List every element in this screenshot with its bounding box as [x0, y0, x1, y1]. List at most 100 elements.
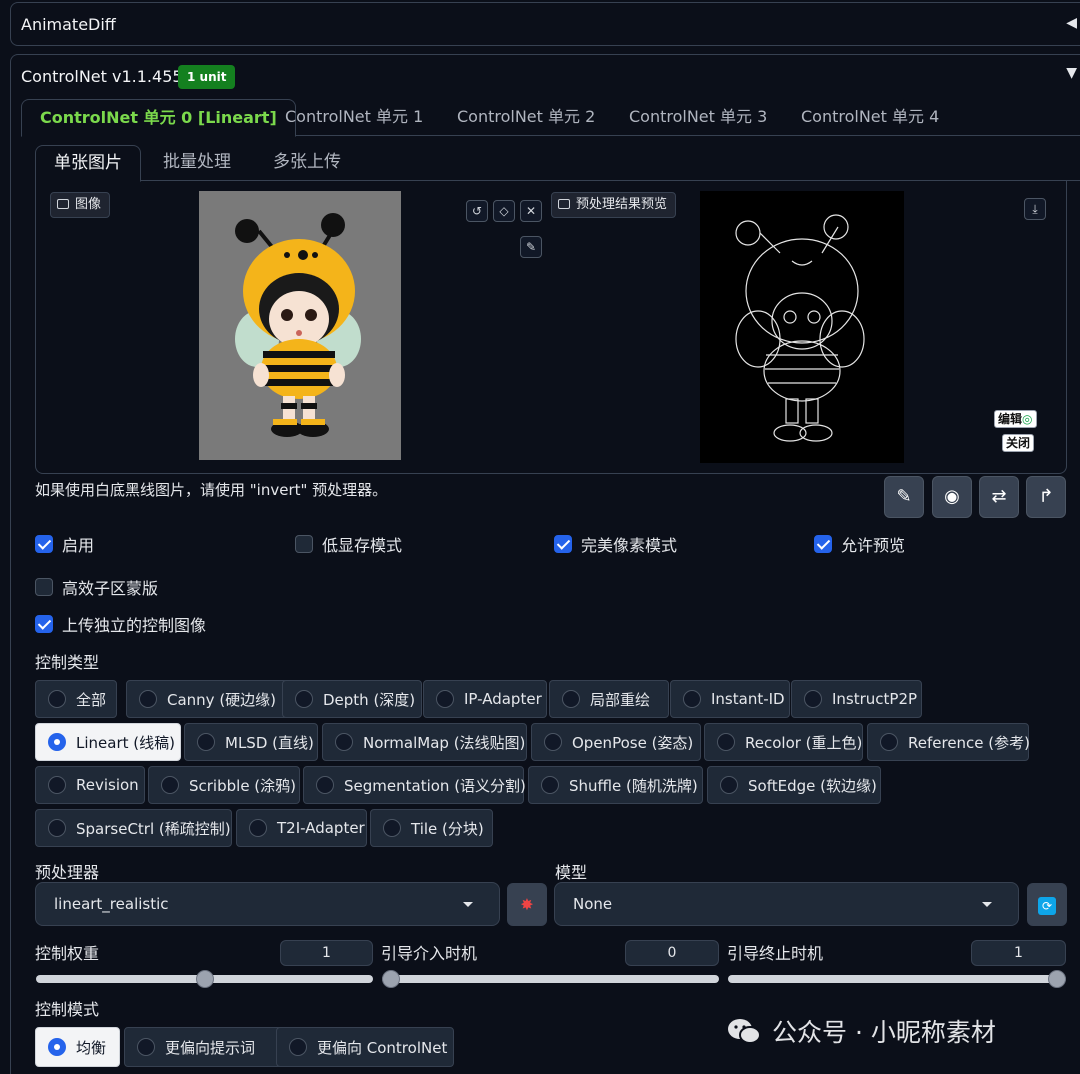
edit-button[interactable]: 编辑◎	[994, 410, 1037, 428]
control-type-option[interactable]: InstructP2P	[791, 680, 922, 718]
option-label: 局部重绘	[590, 690, 651, 709]
tab-unit-3[interactable]: ControlNet 单元 3	[611, 99, 785, 136]
tab-single-image[interactable]: 单张图片	[35, 145, 141, 182]
swap-icon[interactable]: ⇄	[979, 476, 1019, 518]
control-type-option[interactable]: 局部重绘	[549, 680, 669, 718]
close-button[interactable]: 关闭	[1002, 434, 1035, 452]
wechat-icon	[728, 1019, 761, 1044]
radio-icon	[316, 776, 334, 794]
tab-unit-4[interactable]: ControlNet 单元 4	[783, 99, 957, 136]
control-type-option[interactable]: OpenPose (姿态)	[531, 723, 701, 761]
control-type-option[interactable]: 全部	[35, 680, 117, 718]
brush-icon[interactable]: ✎	[520, 236, 542, 258]
end-input[interactable]: 1	[971, 940, 1066, 966]
checkbox-icon	[554, 535, 572, 553]
start-slider-thumb[interactable]	[382, 970, 400, 988]
control-type-option[interactable]: Segmentation (语义分割)	[303, 766, 526, 804]
efficient-mask-checkbox[interactable]: 高效子区蒙版	[35, 576, 158, 598]
start-slider-track[interactable]	[382, 975, 719, 983]
radio-icon	[383, 819, 401, 837]
option-label: 更偏向 ControlNet	[317, 1038, 448, 1057]
animatediff-accordion[interactable]: AnimateDiff ◀	[10, 2, 1080, 46]
control-type-option[interactable]: Recolor (重上色)	[704, 723, 863, 761]
watermark-text: 公众号 · 小昵称素材	[772, 1018, 996, 1047]
enable-label: 启用	[62, 536, 95, 555]
control-type-option[interactable]: T2I-Adapter	[236, 809, 367, 847]
radio-icon	[541, 776, 559, 794]
controlnet-title[interactable]: ControlNet v1.1.455	[21, 67, 183, 86]
preprocessor-select[interactable]: lineart_realistic	[35, 882, 500, 926]
control-type-radio-group: 全部 Canny (硬边缘) Depth (深度) IP-Adapter 局部重…	[35, 680, 1035, 850]
control-type-label: 控制类型	[35, 653, 100, 672]
radio-icon	[249, 819, 267, 837]
control-type-option[interactable]: Revision	[35, 766, 145, 804]
control-type-option[interactable]: Tile (分块)	[370, 809, 493, 847]
option-label: SparseCtrl (稀疏控制)	[76, 819, 231, 838]
option-label: T2I-Adapter	[277, 819, 365, 837]
enable-checkbox[interactable]: 启用	[35, 533, 94, 555]
control-type-option[interactable]: SparseCtrl (稀疏控制)	[35, 809, 232, 847]
weight-slider-thumb[interactable]	[195, 970, 214, 988]
refresh-models-button[interactable]: ⟳	[1027, 883, 1067, 926]
option-label: 均衡	[76, 1038, 107, 1057]
mode-controlnet-option[interactable]: 更偏向 ControlNet	[276, 1027, 454, 1067]
control-type-option[interactable]: SoftEdge (软边缘)	[707, 766, 881, 804]
control-type-option[interactable]: MLSD (直线)	[184, 723, 318, 761]
radio-icon	[161, 776, 179, 794]
radio-icon	[335, 733, 353, 751]
rotate-icon[interactable]: ↺	[466, 200, 488, 222]
start-input[interactable]: 0	[625, 940, 719, 966]
checkbox-icon	[35, 535, 53, 553]
radio-icon	[48, 776, 66, 794]
end-slider-thumb[interactable]	[1048, 970, 1066, 988]
model-value: None	[573, 895, 613, 913]
mode-balanced-option[interactable]: 均衡	[35, 1027, 120, 1067]
new-canvas-icon[interactable]: ✎	[884, 476, 924, 518]
expand-arrow-icon[interactable]: ▼	[1066, 65, 1077, 81]
control-type-option-selected[interactable]: Lineart (线稿)	[35, 723, 181, 761]
radio-icon	[295, 690, 313, 708]
preview-image-label: 预处理结果预览	[551, 192, 677, 218]
eraser-icon[interactable]: ◇	[493, 200, 515, 222]
radio-icon	[436, 690, 454, 708]
send-dimensions-icon[interactable]: ↱	[1026, 476, 1066, 518]
end-slider-track[interactable]	[728, 975, 1066, 983]
control-type-option[interactable]: Depth (深度)	[282, 680, 422, 718]
control-type-option[interactable]: Instant-ID	[670, 680, 790, 718]
tab-multi-upload[interactable]: 多张上传	[255, 145, 359, 181]
control-type-option[interactable]: NormalMap (法线贴图)	[322, 723, 527, 761]
control-type-option[interactable]: Scribble (涂鸦)	[148, 766, 300, 804]
lineart-preview	[700, 191, 904, 463]
end-label: 引导终止时机	[727, 944, 824, 963]
download-icon[interactable]: ⤓	[1024, 198, 1046, 220]
model-label: 模型	[555, 863, 588, 882]
tab-unit-1[interactable]: ControlNet 单元 1	[267, 99, 441, 136]
camera-icon[interactable]: ◉	[932, 476, 972, 518]
source-image[interactable]	[199, 191, 401, 460]
control-type-option[interactable]: Reference (参考)	[867, 723, 1031, 761]
upload-independent-checkbox[interactable]: 上传独立的控制图像	[35, 613, 206, 635]
tab-unit-0[interactable]: ControlNet 单元 0 [Lineart]	[21, 99, 296, 137]
control-type-option[interactable]: Shuffle (随机洗牌)	[528, 766, 703, 804]
weight-input[interactable]: 1	[280, 940, 373, 966]
option-label: 更偏向提示词	[165, 1038, 256, 1057]
tab-batch[interactable]: 批量处理	[145, 145, 249, 181]
invert-hint: 如果使用白底黑线图片，请使用 "invert" 预处理器。	[35, 481, 388, 499]
allow-preview-checkbox[interactable]: 允许预览	[814, 533, 905, 555]
low-vram-checkbox[interactable]: 低显存模式	[295, 533, 402, 555]
option-label: Lineart (线稿)	[76, 733, 175, 752]
collapse-arrow-icon[interactable]: ◀	[1066, 15, 1077, 31]
tab-unit-2[interactable]: ControlNet 单元 2	[439, 99, 613, 136]
run-preprocessor-button[interactable]: ✸	[507, 883, 547, 926]
model-select[interactable]: None	[554, 882, 1019, 926]
radio-icon	[48, 690, 66, 708]
source-image-label: 图像	[50, 192, 111, 218]
option-label: Recolor (重上色)	[745, 733, 863, 752]
preprocessor-preview-image	[700, 191, 904, 463]
close-icon[interactable]: ✕	[520, 200, 542, 222]
option-label: Instant-ID	[711, 690, 785, 708]
option-label: Reference (参考)	[908, 733, 1031, 752]
control-type-option[interactable]: IP-Adapter	[423, 680, 547, 718]
pixel-perfect-checkbox[interactable]: 完美像素模式	[554, 533, 677, 555]
option-label: NormalMap (法线贴图)	[363, 733, 526, 752]
